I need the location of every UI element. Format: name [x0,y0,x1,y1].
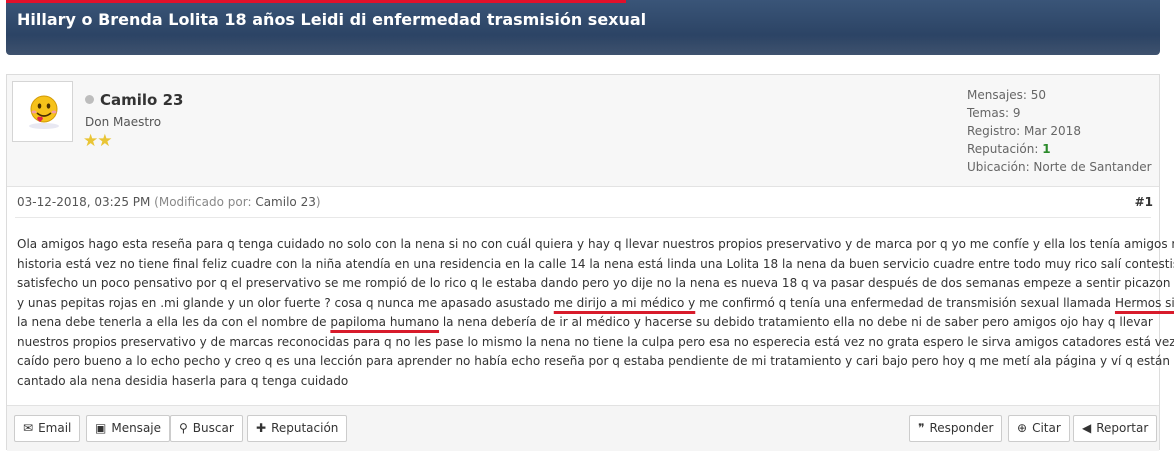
smiley-avatar-icon [29,95,59,129]
post-footer: ✉ Email ▣ Mensaje ⚲ Buscar ✚ Reputación ❞ Res… [7,405,1159,451]
username-label: Camilo 23 [100,91,184,109]
search-icon: ⚲ [179,421,188,435]
email-button[interactable]: ✉ Email [14,415,81,442]
post-line: y unas pepitas rojas en .mi glande y un … [17,294,1174,314]
annotation-underline: papiloma humano [330,315,440,329]
annotation-underline: me dirijo a mi médico y [553,295,696,310]
message-button[interactable]: ▣ Mensaje [86,415,171,442]
post: Camilo 23 Don Maestro ★★ Mensajes: 50 Te… [6,74,1174,451]
stat-topics: Temas: 9 [967,106,1021,120]
stat-messages: Mensajes: 50 [967,88,1047,102]
stat-location: Ubicación: Norte de Santander [967,160,1152,174]
plus-icon: ✚ [256,421,267,435]
post-meta: 03-12-2018, 03:25 PM (Modificado por: Ca… [17,195,321,209]
post-number[interactable]: #1 [1135,195,1153,209]
post-line: cantado ala nena desidia haserla para q … [17,373,349,388]
post-line: nuestros propios preservativo y de marca… [17,334,1174,349]
divider [15,217,1151,218]
edited-by[interactable]: Camilo 23 [255,195,316,209]
author-stats: Mensajes: 50 Temas: 9 Registro: Mar 2018… [967,86,1152,176]
post-line: historia está vez no tiene final feliz c… [17,256,1174,271]
post-line: satisfecho un poco pensativo por q el pr… [17,276,1174,290]
post-date: 03-12-2018, 03:25 PM [17,195,151,209]
bullhorn-icon: ◀ [1082,421,1092,435]
post-line: caído pero bueno a lo echo pecho y creo … [17,354,1170,368]
post-line: la nena debe tenerla a ella les da con e… [17,315,1153,329]
stat-reputation: Reputación: 1 [967,142,1051,156]
annotation-underline: Hermos simple [1114,295,1174,310]
offline-status-icon [85,95,94,104]
stat-registered: Registro: Mar 2018 [967,124,1081,138]
reply-button[interactable]: ❞ Responder [909,415,1003,442]
plus-circle-icon: ⊕ [1017,421,1028,435]
avatar[interactable] [12,81,73,142]
reputation-value[interactable]: 1 [1042,142,1050,156]
user-title: Don Maestro [85,115,162,129]
author-bar: Camilo 23 Don Maestro ★★ Mensajes: 50 Te… [7,75,1159,187]
message-icon: ▣ [95,421,107,435]
envelope-icon: ✉ [23,421,34,435]
post-line: Ola amigos hago esta reseña para q tenga… [17,237,1174,251]
rank-stars-icon: ★★ [83,131,113,151]
header-accent-line [6,0,626,3]
report-button[interactable]: ◀ Reportar [1073,415,1158,442]
username[interactable]: Camilo 23 [85,91,183,109]
search-button[interactable]: ⚲ Buscar [170,415,243,442]
quote-button[interactable]: ⊕ Citar [1008,415,1070,442]
quote-icon: ❞ [918,421,925,435]
add-reputation-button[interactable]: ✚ Reputación [247,415,348,442]
thread-header: Hillary o Brenda Lolita 18 años Leidi di… [6,0,1160,55]
post-body: Ola amigos hago esta reseña para q tenga… [17,235,1174,391]
thread-title: Hillary o Brenda Lolita 18 años Leidi di… [17,10,647,29]
